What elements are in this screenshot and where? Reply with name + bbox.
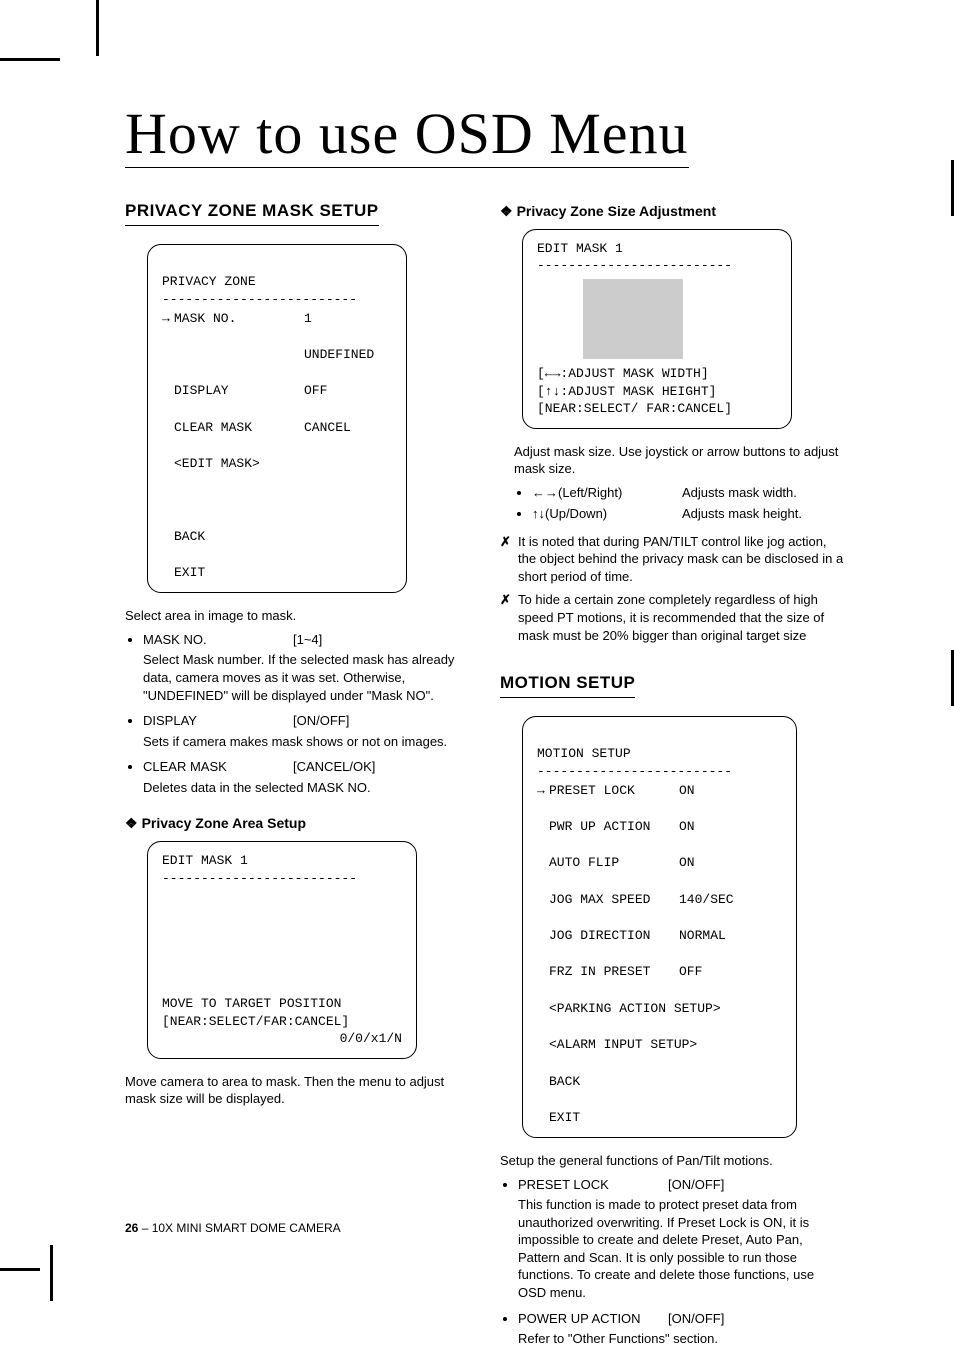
subheading-size-adj: ❖Privacy Zone Size Adjustment (500, 202, 845, 221)
list-item: ←→(Left/Right)Adjusts mask width. (532, 484, 845, 502)
mask-preview-empty (208, 891, 308, 971)
bullet-list: ←→(Left/Right)Adjusts mask width. ↑↓(Up/… (514, 484, 845, 523)
page-footer: 26 – 10X MINI SMART DOME CAMERA (125, 1221, 341, 1235)
paragraph: Select area in image to mask. (125, 607, 470, 625)
mask-preview-filled (583, 279, 683, 359)
left-column: PRIVACY ZONE MASK SETUP PRIVACY ZONE ---… (125, 200, 470, 1358)
osd-motion-setup: MOTION SETUP ------------------------- →… (522, 716, 797, 1138)
page-title: How to use OSD Menu (125, 100, 689, 168)
note-item: ✗To hide a certain zone completely regar… (500, 591, 845, 644)
manual-page: How to use OSD Menu PRIVACY ZONE MASK SE… (0, 0, 954, 1301)
section-heading-motion: MOTION SETUP (500, 672, 635, 698)
list-item: CLEAR MASK[CANCEL/OK] Deletes data in th… (143, 758, 470, 796)
bullet-list: PRESET LOCK[ON/OFF] This function is mad… (500, 1176, 845, 1348)
list-item: DISPLAY[ON/OFF] Sets if camera makes mas… (143, 712, 470, 750)
osd-privacy-zone: PRIVACY ZONE ------------------------- →… (147, 244, 407, 593)
osd-edit-mask-size: EDIT MASK 1 ------------------------- [←… (522, 229, 792, 429)
paragraph: Adjust mask size. Use joystick or arrow … (514, 443, 845, 478)
section-heading-privacy: PRIVACY ZONE MASK SETUP (125, 200, 379, 226)
content-columns: PRIVACY ZONE MASK SETUP PRIVACY ZONE ---… (125, 200, 845, 1358)
subheading-area-setup: ❖Privacy Zone Area Setup (125, 814, 470, 833)
diamond-icon: ❖ (500, 203, 513, 219)
list-item: POWER UP ACTION[ON/OFF] Refer to "Other … (518, 1310, 845, 1348)
diamond-icon: ❖ (125, 815, 138, 831)
osd-title: MOTION SETUP (537, 746, 631, 761)
list-item: ↑↓(Up/Down)Adjusts mask height. (532, 505, 845, 523)
note-item: ✗It is noted that during PAN/TILT contro… (500, 533, 845, 586)
crop-mark (0, 58, 60, 61)
crop-mark (96, 0, 99, 56)
paragraph: Move camera to area to mask. Then the me… (125, 1073, 470, 1108)
bullet-list: MASK NO.[1~4] Select Mask number. If the… (125, 631, 470, 796)
right-column: ❖Privacy Zone Size Adjustment EDIT MASK … (500, 200, 845, 1358)
osd-edit-mask-area: EDIT MASK 1 ------------------------- MO… (147, 841, 417, 1059)
osd-divider: ------------------------- (162, 292, 357, 307)
note-icon: ✗ (500, 533, 518, 586)
list-item: PRESET LOCK[ON/OFF] This function is mad… (518, 1176, 845, 1302)
list-item: MASK NO.[1~4] Select Mask number. If the… (143, 631, 470, 704)
crop-mark (50, 1245, 53, 1301)
note-icon: ✗ (500, 591, 518, 644)
crop-mark (0, 1268, 40, 1271)
osd-title: PRIVACY ZONE (162, 274, 256, 289)
paragraph: Setup the general functions of Pan/Tilt … (500, 1152, 845, 1170)
